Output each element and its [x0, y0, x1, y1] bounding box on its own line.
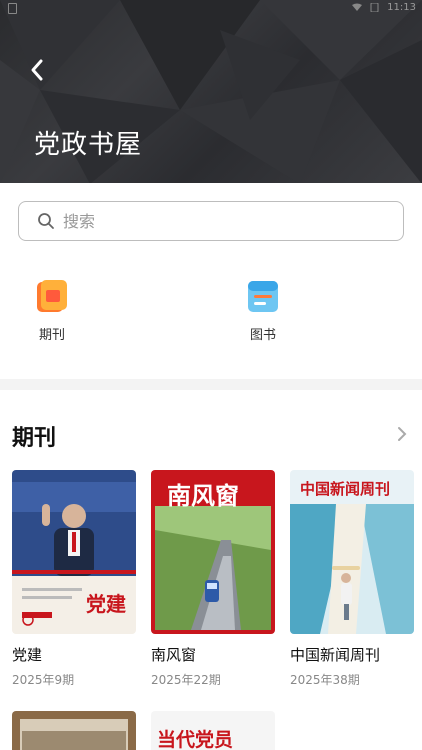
category-label-books: 图书	[249, 328, 276, 343]
book-icon	[248, 281, 278, 312]
wifi-icon	[352, 3, 363, 11]
magazine-cover[interactable]: 当代党员	[151, 711, 275, 750]
magazine-cover[interactable]: 党建	[12, 470, 136, 634]
cover-title: 中国新闻周刊	[300, 480, 391, 498]
magazine-cover[interactable]: 南风窗	[151, 470, 275, 634]
magazine-issue: 2025年22期	[151, 673, 221, 687]
chevron-right-icon[interactable]	[396, 426, 408, 442]
magazine-issue: 2025年9期	[12, 673, 75, 687]
periodicals-section: 期刊 党建 党建 2025年9期 南风窗 南风窗 2025年22期 中国新闻周刊…	[0, 390, 422, 750]
status-bar: 11:13	[0, 0, 422, 18]
notification-icon	[8, 3, 17, 14]
category-books[interactable]: 图书	[228, 278, 298, 343]
magazine-card[interactable]: 南风窗 南风窗 2025年22期	[151, 470, 275, 688]
magazine-card[interactable]: 党建 党建 2025年9期	[12, 470, 136, 688]
cover-title: 南风窗	[167, 481, 239, 510]
page-title: 党政书屋	[34, 130, 143, 160]
cover-art-photo	[20, 719, 128, 750]
cover-title: 当代党员	[157, 729, 234, 750]
cover-title: 党建	[86, 592, 126, 616]
magazine-card[interactable]: 中国新闻周刊 中国新闻周刊 2025年38期	[290, 470, 414, 688]
search-bar[interactable]	[18, 201, 404, 241]
magazine-cover[interactable]	[12, 711, 136, 750]
status-time: 11:13	[387, 2, 416, 13]
battery-icon	[370, 3, 379, 12]
magazine-name: 党建	[12, 646, 43, 664]
search-icon	[38, 213, 54, 229]
magazine-issue: 2025年38期	[290, 673, 360, 687]
page-header: 11:13 党政书屋	[0, 0, 422, 184]
top-panel: 期刊 图书	[0, 183, 422, 379]
periodical-icon	[37, 280, 67, 312]
search-input[interactable]	[63, 211, 363, 231]
magazine-cover[interactable]: 中国新闻周刊	[290, 470, 414, 634]
category-periodicals[interactable]: 期刊	[17, 278, 87, 343]
magazine-name: 中国新闻周刊	[290, 646, 381, 664]
magazine-name: 南风窗	[151, 646, 197, 664]
category-label-periodicals: 期刊	[38, 328, 65, 343]
section-title: 期刊	[12, 426, 57, 451]
back-arrow-icon[interactable]	[24, 56, 52, 84]
